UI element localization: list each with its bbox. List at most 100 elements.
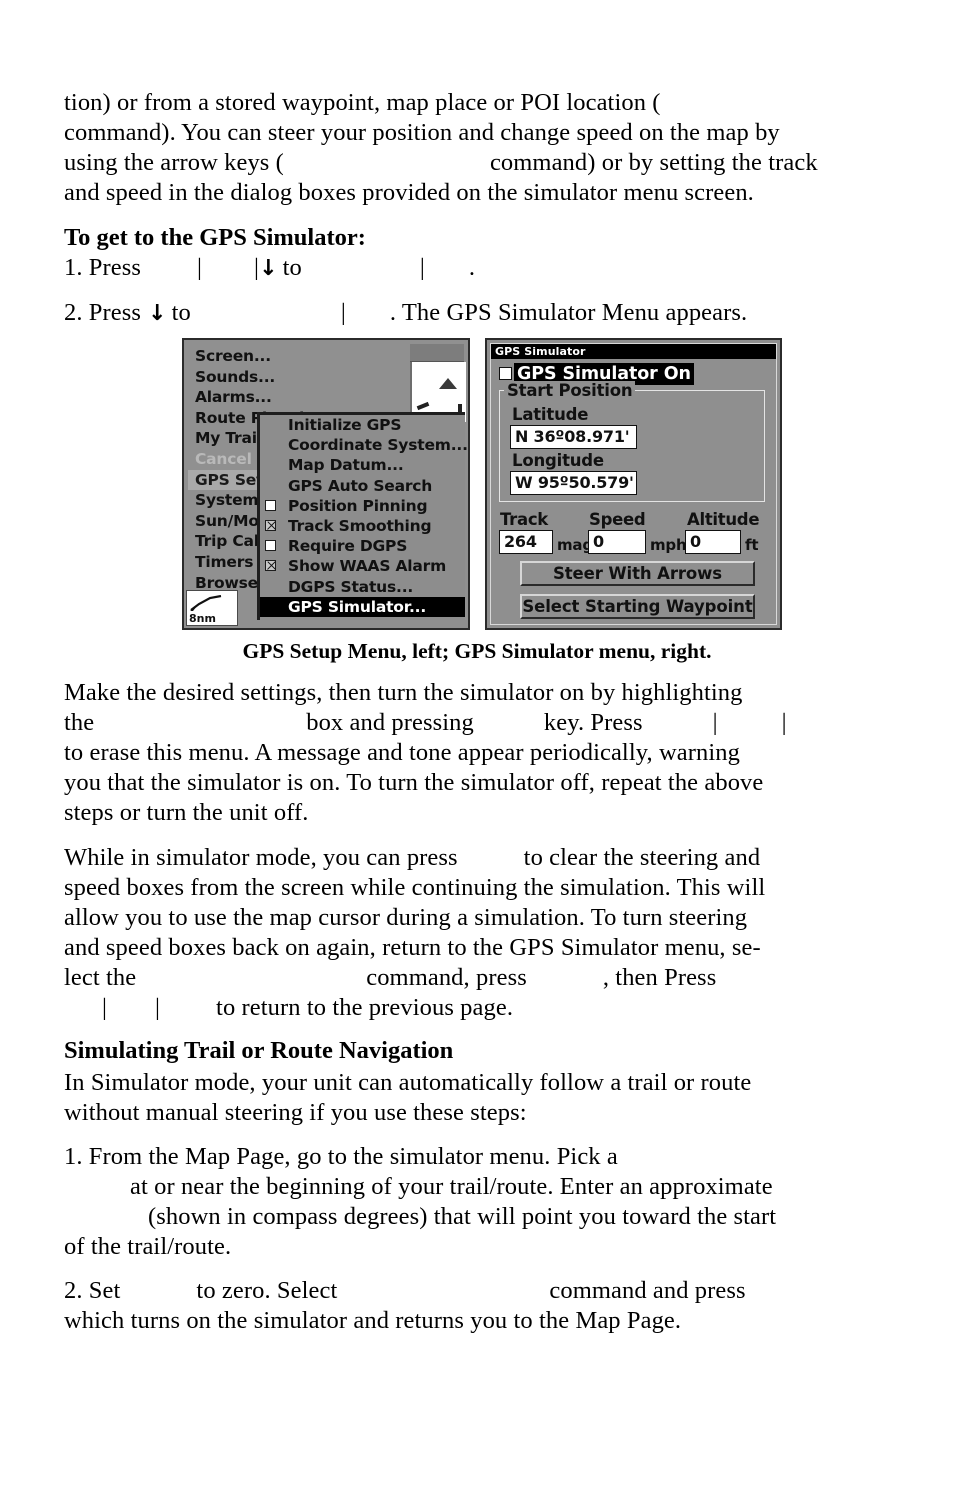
p3-bar-2: | — [155, 994, 161, 1021]
step1-period: . — [468, 254, 476, 281]
p2-line3: to erase this menu. A message and tone a… — [64, 739, 740, 766]
step2-bar-1: | — [340, 299, 346, 326]
menu-item-screen[interactable]: Screen... — [188, 346, 323, 367]
altitude-field[interactable]: 0 — [685, 530, 741, 554]
p2-line1: Make the desired settings, then turn the… — [64, 679, 743, 706]
map-inset-topbar — [410, 344, 464, 362]
longitude-label: Longitude — [512, 451, 604, 470]
menu-item-sounds[interactable]: Sounds... — [188, 367, 323, 388]
step2-to: to — [171, 299, 191, 326]
step-2: 2. Press ↓ to | . The GPS Simulator Menu app… — [64, 298, 890, 328]
step-1: 1. Press | |↓ to |. — [64, 253, 890, 283]
map-scale-indicator: 8nm — [186, 590, 238, 626]
submenu-label-track-smoothing: Track Smoothing — [288, 516, 432, 535]
p6-line1a: 2. Set — [64, 1277, 121, 1304]
submenu-item-gps-auto-search[interactable]: GPS Auto Search — [260, 476, 465, 496]
p5-line3: (shown in compass degrees) that will poi… — [148, 1203, 777, 1230]
gps-setup-menu-screenshot: Screen... Sounds... Alarms... Route Plan… — [182, 338, 470, 630]
step2-rest: . The GPS Simulator Menu appears. — [389, 299, 748, 326]
p3-line1b: to clear the steering and — [523, 844, 761, 871]
paragraph-simulator-intro: In Simulator mode, your unit can automat… — [64, 1068, 890, 1128]
p6-line2: which turns on the simulator and returns… — [64, 1307, 682, 1334]
p2-bar-2: | — [781, 709, 787, 736]
select-starting-waypoint-button[interactable]: Select Starting Waypoint — [520, 594, 755, 619]
p2-line2a: the — [64, 709, 95, 736]
p3-line3: allow you to use the map cursor during a… — [64, 904, 748, 931]
start-position-group: Start Position Latitude N 36º08.971' Lon… — [499, 381, 765, 502]
steer-with-arrows-button[interactable]: Steer With Arrows — [520, 561, 755, 586]
start-position-legend: Start Position — [504, 381, 636, 400]
p4-line1: In Simulator mode, your unit can automat… — [64, 1069, 752, 1096]
track-field[interactable]: 264 — [499, 530, 553, 554]
p6-line1c: command and press — [549, 1277, 746, 1304]
trail-line-icon — [190, 595, 222, 611]
step2-press: 2. Press — [64, 299, 142, 326]
submenu-item-dgps-status[interactable]: DGPS Status... — [260, 577, 465, 597]
para1-line4: and speed in the dialog boxes provided o… — [64, 179, 754, 206]
paragraph-make-settings: Make the desired settings, then turn the… — [64, 678, 890, 828]
down-arrow-icon: ↓ — [148, 301, 167, 326]
p3-line6: to return to the previous page. — [216, 994, 514, 1021]
paragraph-intro: tion) or from a stored waypoint, map pla… — [64, 88, 890, 208]
p2-line2c: key. Press — [543, 709, 643, 736]
checkbox-require-dgps[interactable] — [265, 540, 276, 552]
map-scale-label: 8nm — [189, 612, 216, 625]
submenu-item-gps-simulator[interactable]: GPS Simulator... — [260, 596, 465, 617]
checkbox-track-smoothing[interactable] — [265, 519, 276, 531]
figure-gps-screens: Screen... Sounds... Alarms... Route Plan… — [182, 338, 782, 630]
map-mark-left-icon — [416, 401, 430, 411]
speed-label: Speed — [589, 510, 646, 529]
track-label: Track — [500, 510, 548, 529]
speed-field[interactable]: 0 — [588, 530, 646, 554]
para1-line2: command). You can steer your position an… — [64, 119, 780, 146]
page-subheading-simulating-trail: Simulating Trail or Route Navigation — [64, 1037, 454, 1064]
page-subheading-get-to-simulator: To get to the GPS Simulator: — [64, 224, 366, 251]
p5-line4: of the trail/route. — [64, 1233, 232, 1260]
paragraph-trail-step-2: 2. Set to zero. Select command and press w… — [64, 1276, 890, 1336]
submenu-item-position-pinning[interactable]: Position Pinning — [260, 496, 465, 516]
p3-line5b: command, press — [366, 964, 527, 991]
checkbox-position-pinning[interactable] — [265, 499, 276, 511]
latitude-label: Latitude — [512, 405, 589, 424]
gps-setup-submenu[interactable]: Initialize GPS Coordinate System... Map … — [257, 412, 468, 620]
p3-line4: and speed boxes back on again, return to… — [64, 934, 761, 961]
para1-line1: tion) or from a stored waypoint, map pla… — [64, 89, 661, 116]
p3-line2: speed boxes from the screen while contin… — [64, 874, 766, 901]
submenu-item-initialize-gps[interactable]: Initialize GPS — [260, 415, 465, 435]
map-cursor-triangle-icon — [439, 378, 457, 389]
checkbox-gps-simulator-on[interactable] — [499, 367, 512, 380]
paragraph-trail-step-1: 1. From the Map Page, go to the simulato… — [64, 1142, 890, 1262]
p6-line1b: to zero. Select — [196, 1277, 338, 1304]
longitude-field[interactable]: W 95º50.579' — [510, 471, 637, 495]
step1-bar-1: | — [197, 254, 203, 281]
p2-bar-1: | — [712, 709, 718, 736]
altitude-unit: ft — [745, 536, 759, 554]
submenu-item-map-datum[interactable]: Map Datum... — [260, 455, 465, 475]
dialog-title: GPS Simulator — [491, 344, 776, 359]
submenu-label-require-dgps: Require DGPS — [288, 537, 408, 556]
altitude-label: Altitude — [687, 510, 760, 529]
checkbox-show-waas-alarm[interactable] — [265, 560, 276, 572]
submenu-label-position-pinning: Position Pinning — [288, 496, 428, 515]
p4-line2: without manual steering if you use these… — [64, 1099, 527, 1126]
paragraph-simulator-mode: While in simulator mode, you can press to… — [64, 843, 890, 1023]
submenu-item-coordinate-system[interactable]: Coordinate System... — [260, 435, 468, 455]
submenu-item-require-dgps[interactable]: Require DGPS — [260, 536, 465, 556]
page-content: tion) or from a stored waypoint, map pla… — [64, 0, 890, 1487]
down-arrow-icon: ↓ — [259, 256, 278, 281]
submenu-label-show-waas-alarm: Show WAAS Alarm — [288, 557, 447, 576]
p5-line2: at or near the beginning of your trail/r… — [130, 1173, 773, 1200]
para1-line3a: using the arrow keys ( — [64, 149, 284, 176]
step1-bar-3: | — [419, 254, 425, 281]
para1-line3b: command) or by setting the track — [489, 149, 818, 176]
step1-to: to — [282, 254, 302, 281]
submenu-item-show-waas-alarm[interactable]: Show WAAS Alarm — [260, 556, 465, 576]
submenu-item-track-smoothing[interactable]: Track Smoothing — [260, 516, 465, 536]
latitude-field[interactable]: N 36º08.971' — [510, 425, 637, 449]
gps-simulator-menu-screenshot: GPS Simulator GPS Simulator On Start Pos… — [485, 338, 782, 630]
p2-line5: steps or turn the unit off. — [64, 799, 309, 826]
menu-item-alarms[interactable]: Alarms... — [188, 387, 323, 408]
p3-line5a: lect the — [64, 964, 137, 991]
speed-unit: mph — [650, 536, 687, 554]
step1-press: 1. Press — [64, 254, 142, 281]
